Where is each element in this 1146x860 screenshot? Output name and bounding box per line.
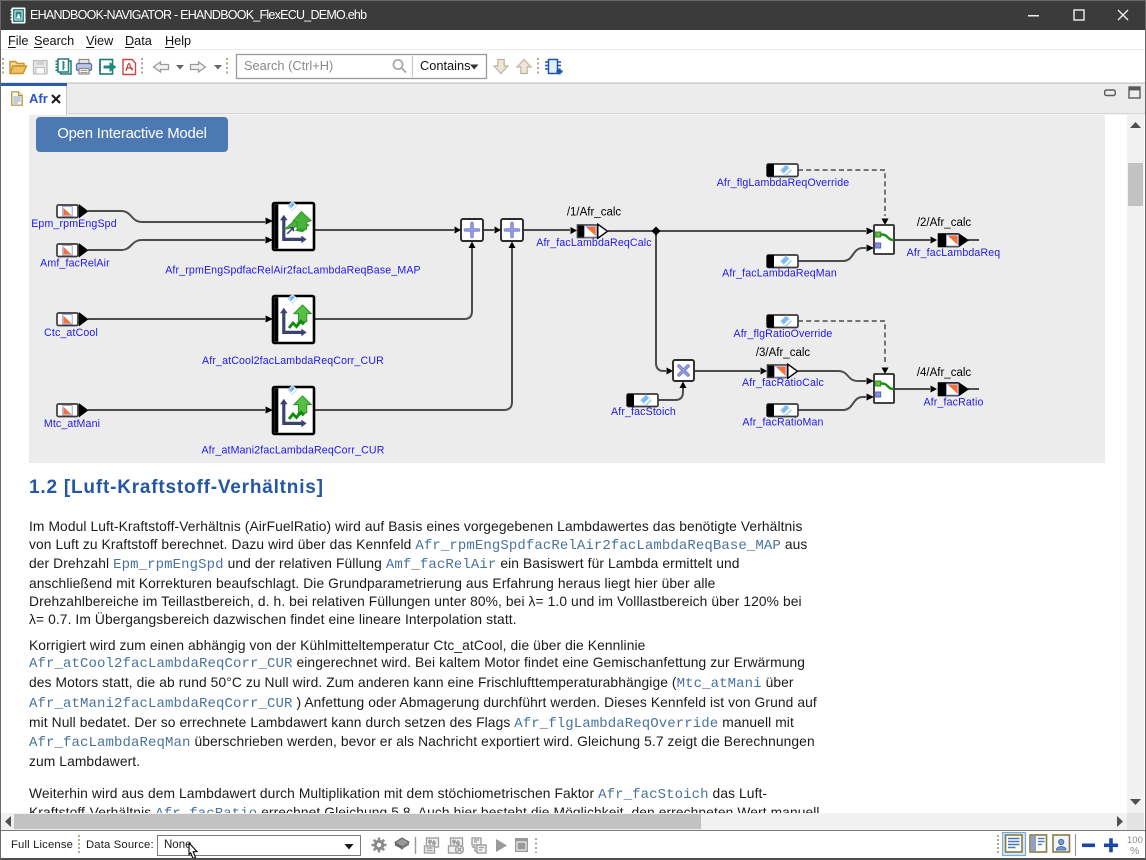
svg-text:Afr_facRatioMan: Afr_facRatioMan bbox=[742, 417, 823, 429]
svg-text:Afr_flgRatioOverride: Afr_flgRatioOverride bbox=[734, 328, 833, 340]
svg-text:Afr_atCool2facLambdaReqCorr_CU: Afr_atCool2facLambdaReqCorr_CUR bbox=[202, 355, 384, 367]
svg-text:/4/Afr_calc: /4/Afr_calc bbox=[917, 367, 972, 379]
svg-text:/1/Afr_calc: /1/Afr_calc bbox=[567, 207, 622, 219]
svg-text:Afr_rpmEngSpdfacRelAir2facLamb: Afr_rpmEngSpdfacRelAir2facLambdaReqBase_… bbox=[165, 265, 421, 277]
svg-text:%: % bbox=[1130, 845, 1139, 857]
svg-text:Afr_flgLambdaReqOverride: Afr_flgLambdaReqOverride bbox=[717, 177, 850, 189]
svg-text:Afr_facLambdaReqMan: Afr_facLambdaReqMan bbox=[722, 268, 837, 280]
svg-text:/3/Afr_calc: /3/Afr_calc bbox=[756, 347, 811, 359]
svg-text:Afr_atMani2facLambdaReqCorr_CU: Afr_atMani2facLambdaReqCorr_CUR bbox=[201, 445, 384, 457]
svg-text:Afr_facLambdaReq: Afr_facLambdaReq bbox=[907, 247, 1001, 259]
svg-text:/2/Afr_calc: /2/Afr_calc bbox=[917, 217, 972, 229]
svg-text:Epm_rpmEngSpd: Epm_rpmEngSpd bbox=[31, 218, 117, 230]
svg-text:Afr_facLambdaReqCalc: Afr_facLambdaReqCalc bbox=[536, 237, 652, 249]
svg-text:Mtc_atMani: Mtc_atMani bbox=[44, 418, 100, 430]
svg-text:Afr_facStoich: Afr_facStoich bbox=[611, 406, 676, 418]
svg-text:Afr_facRatio: Afr_facRatio bbox=[923, 397, 983, 409]
svg-text:Amf_facRelAir: Amf_facRelAir bbox=[40, 258, 110, 270]
svg-text:Ctc_atCool: Ctc_atCool bbox=[44, 327, 98, 339]
svg-text:Afr_facRatioCalc: Afr_facRatioCalc bbox=[742, 377, 824, 389]
